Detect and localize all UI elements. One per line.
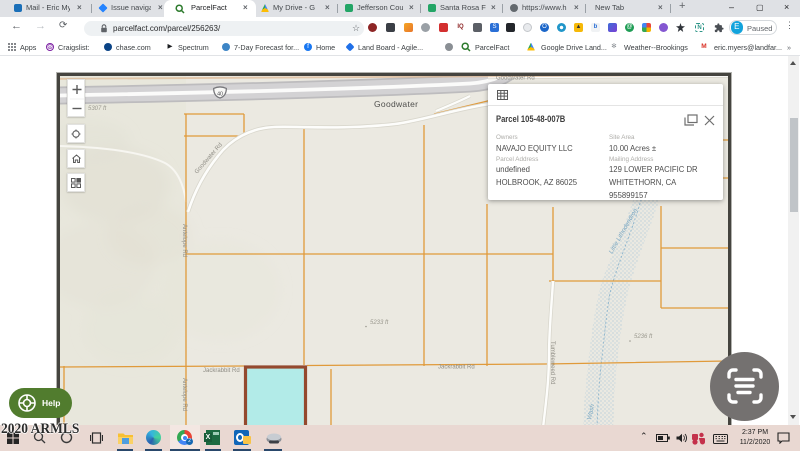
svg-text:Jackrabbit Rd: Jackrabbit Rd bbox=[438, 365, 475, 371]
svg-text:Goodwater Rd: Goodwater Rd bbox=[496, 76, 535, 82]
svg-text:5233 ft: 5233 ft bbox=[370, 320, 389, 326]
svg-text:Jackrabbit Rd: Jackrabbit Rd bbox=[203, 368, 240, 374]
svg-text:Antelope Rd: Antelope Rd bbox=[181, 224, 187, 257]
svg-text:5307 ft: 5307 ft bbox=[88, 106, 107, 112]
svg-text:5236 ft: 5236 ft bbox=[634, 334, 653, 340]
svg-text:40: 40 bbox=[217, 91, 223, 97]
svg-text:Goodwater: Goodwater bbox=[374, 99, 418, 109]
svg-text:Tumbleweed Rd: Tumbleweed Rd bbox=[549, 341, 555, 384]
svg-text:Antelope Rd: Antelope Rd bbox=[181, 378, 187, 411]
